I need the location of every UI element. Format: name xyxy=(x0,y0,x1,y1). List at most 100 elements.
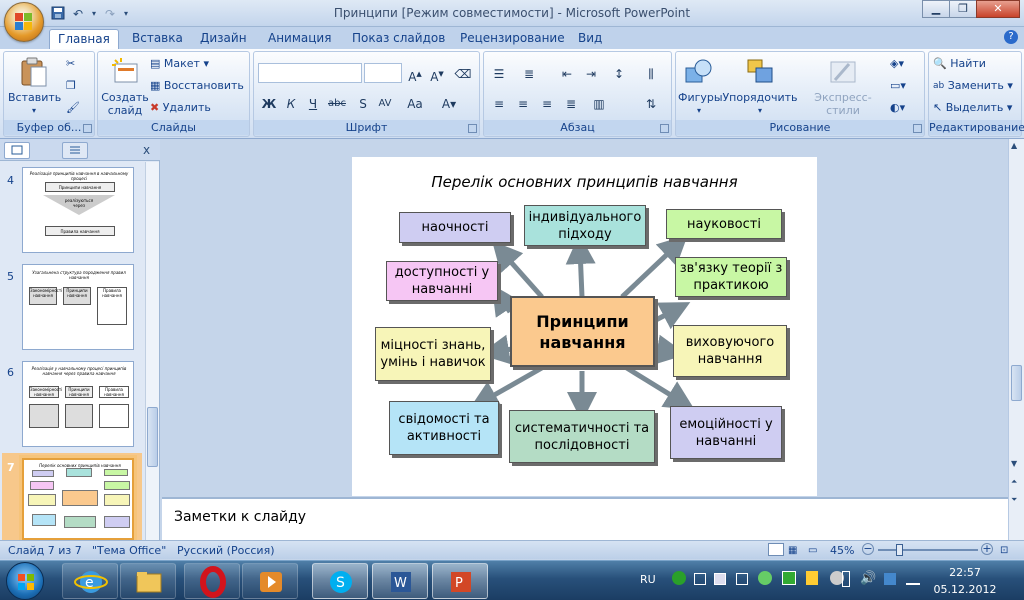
paragraph-launcher-icon[interactable] xyxy=(660,124,669,133)
central-principles-box[interactable]: Принципи навчання xyxy=(510,296,655,367)
display-icon[interactable] xyxy=(714,573,726,585)
font-family-input[interactable] xyxy=(258,63,362,83)
columns-icon[interactable]: ⫼ xyxy=(640,63,662,83)
zoom-out-icon[interactable]: − xyxy=(862,543,874,555)
principle-box[interactable]: систематичності та послідовності xyxy=(509,410,655,463)
taskbar-opera[interactable] xyxy=(184,563,240,599)
slide-sorter-icon[interactable]: ▦ xyxy=(788,543,797,558)
shadow-icon[interactable]: S xyxy=(352,93,374,113)
clipboard-launcher-icon[interactable] xyxy=(83,124,92,133)
torrent-icon[interactable] xyxy=(672,571,686,585)
reset-button[interactable]: ▦ Восстановить xyxy=(150,76,244,96)
volume-icon[interactable]: 🔊 xyxy=(860,571,876,586)
shield-icon[interactable] xyxy=(806,571,818,585)
taskbar-explorer[interactable] xyxy=(120,563,176,599)
zoom-slider-thumb[interactable] xyxy=(896,544,903,556)
align-left-icon[interactable]: ≡ xyxy=(488,93,510,113)
clear-formatting-icon[interactable]: ⌫ xyxy=(452,63,474,83)
fit-to-window-icon[interactable]: ⊡ xyxy=(1000,543,1008,558)
slide-thumbnail-5[interactable]: Узагальнена структура породження правил … xyxy=(22,264,134,350)
taskbar-word[interactable]: W xyxy=(372,563,428,599)
tab-view[interactable]: Вид xyxy=(570,29,610,49)
text-direction-icon[interactable]: ⇅ xyxy=(640,93,662,113)
justify-icon[interactable]: ≣ xyxy=(560,93,582,113)
strikethrough-icon[interactable]: abc xyxy=(326,93,348,113)
principle-box[interactable]: наочності xyxy=(399,212,511,243)
close-button[interactable]: ✕ xyxy=(976,0,1020,18)
minimize-button[interactable]: ▁ xyxy=(922,0,950,18)
bullets-icon[interactable]: ☰ xyxy=(488,63,510,83)
start-button[interactable] xyxy=(6,562,44,600)
shape-effects-icon[interactable]: ◐▾ xyxy=(890,98,905,118)
copy-icon[interactable]: ❐ xyxy=(66,76,76,96)
select-button[interactable]: ↖ Выделить ▾ xyxy=(933,98,1012,118)
office-button[interactable] xyxy=(4,2,44,42)
notes-pane[interactable]: Заметки к слайду xyxy=(162,497,1008,540)
italic-icon[interactable]: К xyxy=(280,93,302,113)
layout-button[interactable]: ▤ Макет ▾ xyxy=(150,54,209,74)
slide-thumbnail-6[interactable]: Реалізація у навчальному процесі принцип… xyxy=(22,361,134,447)
columns-layout-icon[interactable]: ▥ xyxy=(588,93,610,113)
battery-icon[interactable] xyxy=(842,571,850,587)
slideshow-icon[interactable]: ▭ xyxy=(808,543,817,558)
shape-outline-icon[interactable]: ▭▾ xyxy=(890,76,906,96)
signal-icon[interactable] xyxy=(906,575,920,585)
check-icon[interactable] xyxy=(782,571,796,585)
next-slide-icon[interactable]: ⏷ xyxy=(1011,495,1017,505)
align-right-icon[interactable]: ≡ xyxy=(536,93,558,113)
font-color-icon[interactable]: A▾ xyxy=(438,93,460,113)
font-launcher-icon[interactable] xyxy=(468,124,477,133)
slide-thumbnail-7[interactable]: Перелік основних принципів навчання xyxy=(22,458,134,540)
principle-box[interactable]: свідомості та активності xyxy=(389,401,499,455)
monitor-icon[interactable] xyxy=(736,573,748,585)
normal-view-icon[interactable] xyxy=(768,543,784,556)
taskbar-skype[interactable]: S xyxy=(312,563,368,599)
language[interactable]: Русский (Россия) xyxy=(177,543,275,558)
scroll-thumb[interactable] xyxy=(1011,365,1022,401)
principle-box[interactable]: міцності знань, умінь і навичок xyxy=(375,327,491,381)
increase-indent-icon[interactable]: ⇥ xyxy=(580,63,602,83)
change-case-icon[interactable]: Aa xyxy=(404,93,426,113)
principle-box[interactable]: виховуючого навчання xyxy=(673,325,787,377)
tab-slideshow[interactable]: Показ слайдов xyxy=(344,29,453,49)
shape-fill-icon[interactable]: ◈▾ xyxy=(890,54,904,74)
scroll-down-icon[interactable]: ▼ xyxy=(1011,459,1017,468)
align-center-icon[interactable]: ≡ xyxy=(512,93,534,113)
tab-animation[interactable]: Анимация xyxy=(260,29,339,49)
numbering-icon[interactable]: ≣ xyxy=(518,63,540,83)
slide-thumbnail-4[interactable]: Реалізація принципів навчання в навчальн… xyxy=(22,167,134,253)
clock-date[interactable]: 05.12.2012 xyxy=(930,583,1000,596)
slide-canvas[interactable]: Перелік основних принципів навчання наоч… xyxy=(352,157,817,496)
underline-icon[interactable]: Ч xyxy=(302,93,324,113)
quick-styles-button[interactable]: Экспресс-стили▾ xyxy=(800,56,886,130)
prev-slide-icon[interactable]: ⏶ xyxy=(1011,477,1017,487)
arrange-button[interactable]: Упорядочить ▾ xyxy=(722,56,798,117)
cut-icon[interactable]: ✂ xyxy=(66,54,75,74)
principle-box[interactable]: індивідуального підходу xyxy=(524,205,646,246)
tray-window-icon[interactable] xyxy=(694,573,706,585)
grow-font-icon[interactable]: A▲ xyxy=(404,63,426,84)
decrease-indent-icon[interactable]: ⇤ xyxy=(556,63,578,83)
find-button[interactable]: 🔍 Найти xyxy=(933,54,986,74)
zoom-slider[interactable] xyxy=(878,549,978,551)
zoom-in-icon[interactable]: + xyxy=(981,543,993,555)
tab-design[interactable]: Дизайн xyxy=(192,29,255,49)
panel-scroll-thumb[interactable] xyxy=(147,407,158,467)
slides-tab[interactable] xyxy=(4,142,30,159)
close-panel-icon[interactable]: x xyxy=(143,143,150,157)
principle-box[interactable]: науковості xyxy=(666,209,782,239)
line-spacing-icon[interactable]: ↕ xyxy=(608,63,630,83)
maximize-button[interactable]: ❐ xyxy=(949,0,977,18)
taskbar-powerpoint[interactable]: P xyxy=(432,563,488,599)
outline-tab[interactable] xyxy=(62,142,88,159)
char-spacing-icon[interactable]: AV xyxy=(374,93,396,113)
replace-button[interactable]: ab Заменить ▾ xyxy=(933,76,1013,96)
delete-slide-button[interactable]: ✖ Удалить xyxy=(150,98,211,118)
principle-box[interactable]: доступності у навчанні xyxy=(386,261,498,301)
tab-review[interactable]: Рецензирование xyxy=(452,29,573,49)
scroll-up-icon[interactable]: ▲ xyxy=(1011,141,1017,150)
drawing-launcher-icon[interactable] xyxy=(913,124,922,133)
zoom-level[interactable]: 45% xyxy=(830,543,854,558)
flag-icon[interactable] xyxy=(758,571,772,585)
clock-time[interactable]: 22:57 xyxy=(930,566,1000,579)
